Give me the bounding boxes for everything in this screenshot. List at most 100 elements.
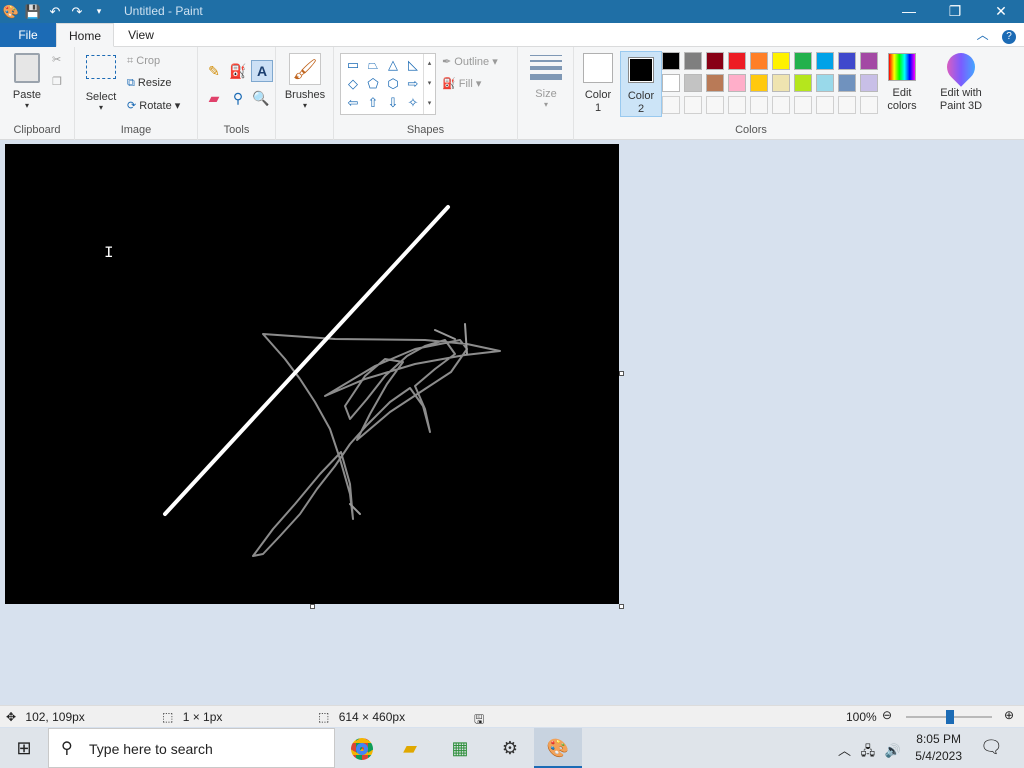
palette-swatch[interactable]: [816, 74, 834, 92]
windows-start-icon[interactable]: ⊞: [0, 728, 48, 768]
left-arrow-shape-icon[interactable]: ⇦: [343, 94, 363, 112]
palette-swatch[interactable]: [816, 96, 834, 114]
palette-swatch[interactable]: [706, 52, 724, 70]
edit-colors-button[interactable]: Edit colors: [882, 53, 922, 113]
resize-handle-corner[interactable]: [619, 604, 624, 609]
volume-icon[interactable]: 🔊: [885, 743, 901, 758]
palette-swatch[interactable]: [662, 52, 680, 70]
paint-app-icon[interactable]: 🎨: [0, 0, 22, 23]
palette-swatch[interactable]: [838, 74, 856, 92]
palette-swatch[interactable]: [684, 52, 702, 70]
collapse-ribbon-icon[interactable]: ︿: [977, 28, 989, 42]
palette-swatch[interactable]: [794, 96, 812, 114]
palette-swatch[interactable]: [706, 96, 724, 114]
palette-swatch[interactable]: [838, 52, 856, 70]
palette-swatch[interactable]: [816, 52, 834, 70]
resize-handle-bottom[interactable]: [310, 604, 315, 609]
palette-swatch[interactable]: [772, 74, 790, 92]
tab-view[interactable]: View: [116, 23, 166, 47]
tab-home[interactable]: Home: [56, 23, 114, 47]
paste-button[interactable]: Paste ▾: [8, 51, 46, 110]
zoom-slider-thumb[interactable]: [946, 710, 954, 724]
tab-file[interactable]: File: [0, 23, 56, 47]
zoom-in-button[interactable]: ⊕: [1004, 708, 1014, 722]
notification-icon[interactable]: 🗨: [980, 737, 1003, 758]
redo-icon[interactable]: ↷: [66, 0, 88, 23]
help-icon[interactable]: ?: [1002, 30, 1016, 44]
edit-with-paint3d-button[interactable]: Edit with Paint 3D: [932, 47, 990, 113]
right-arrow-shape-icon[interactable]: ⇨: [403, 75, 423, 93]
palette-swatch[interactable]: [794, 74, 812, 92]
tray-chevron-icon[interactable]: ︿: [838, 743, 851, 758]
settings-gear-icon[interactable]: ⚙: [486, 728, 534, 768]
shapes-scroll[interactable]: ▴ ▾ ▾: [423, 54, 435, 114]
chrome-icon[interactable]: [338, 728, 386, 768]
network-icon[interactable]: 🖧: [861, 743, 876, 758]
palette-swatch[interactable]: [662, 74, 680, 92]
palette-swatch[interactable]: [706, 74, 724, 92]
paint-taskbar-icon[interactable]: 🎨: [534, 728, 582, 768]
color2-button[interactable]: Color 2: [620, 51, 662, 117]
image-size-icon: ⬚: [318, 710, 330, 724]
resize-button[interactable]: ⧉ Resize: [127, 77, 172, 90]
disk-icon: 🖫: [474, 712, 485, 726]
pentagon-shape-icon[interactable]: ⬠: [363, 75, 383, 93]
hexagon-shape-icon[interactable]: ⬡: [383, 75, 403, 93]
color-picker-icon[interactable]: ⚲: [228, 88, 248, 108]
zoom-out-button[interactable]: ⊖: [882, 708, 892, 722]
taskbar-search[interactable]: ⚲ Type here to search: [48, 728, 335, 768]
triangle-shape-icon[interactable]: △: [383, 56, 403, 74]
text-tool-icon[interactable]: A: [251, 60, 273, 82]
palette-swatch[interactable]: [772, 52, 790, 70]
palette-swatch[interactable]: [662, 96, 680, 114]
palette-swatch[interactable]: [728, 96, 746, 114]
rectangle-shape-icon[interactable]: ▭: [343, 56, 363, 74]
crop-button[interactable]: ⌗ Crop: [127, 55, 160, 68]
clock[interactable]: 8:05 PM 5/4/2023: [915, 731, 962, 765]
palette-swatch[interactable]: [750, 96, 768, 114]
palette-swatch[interactable]: [860, 96, 878, 114]
zoom-slider[interactable]: [906, 710, 992, 724]
palette-swatch[interactable]: [684, 74, 702, 92]
up-arrow-shape-icon[interactable]: ⇧: [363, 94, 383, 112]
file-explorer-icon[interactable]: ▰: [386, 728, 434, 768]
fill-bucket-icon[interactable]: ⛽: [228, 61, 248, 81]
palette-swatch[interactable]: [728, 74, 746, 92]
cut-icon[interactable]: ✂: [52, 53, 61, 66]
eraser-icon[interactable]: ▰: [204, 88, 224, 108]
close-button[interactable]: ✕: [978, 0, 1024, 23]
palette-swatch[interactable]: [750, 52, 768, 70]
resize-handle-right[interactable]: [619, 371, 624, 376]
diamond-shape-icon[interactable]: ◇: [343, 75, 363, 93]
copy-icon[interactable]: ❐: [52, 75, 62, 88]
palette-swatch[interactable]: [860, 52, 878, 70]
down-arrow-shape-icon[interactable]: ⇩: [383, 94, 403, 112]
color1-button[interactable]: Color 1: [580, 53, 616, 115]
save-icon[interactable]: 💾: [22, 0, 44, 23]
palette-swatch[interactable]: [860, 74, 878, 92]
palette-swatch[interactable]: [684, 96, 702, 114]
ribbon-controls: ︿ ?: [977, 26, 1016, 44]
star-shape-icon[interactable]: ✧: [403, 94, 423, 112]
pencil-icon[interactable]: ✎: [204, 61, 224, 81]
select-button[interactable]: Select ▾: [83, 55, 119, 112]
palette-swatch[interactable]: [794, 52, 812, 70]
palette-swatch[interactable]: [750, 74, 768, 92]
maximize-button[interactable]: ❐: [932, 0, 978, 23]
notepad-icon[interactable]: ▦: [436, 728, 484, 768]
magnifier-icon[interactable]: 🔍: [251, 88, 271, 108]
palette-swatch[interactable]: [728, 52, 746, 70]
minimize-button[interactable]: —: [886, 0, 932, 23]
brushes-button[interactable]: 🖌 Brushes ▾: [284, 53, 326, 110]
drawing-canvas[interactable]: [5, 144, 619, 604]
palette-swatch[interactable]: [838, 96, 856, 114]
undo-icon[interactable]: ↶: [44, 0, 66, 23]
rotate-button[interactable]: ⟳ Rotate ▾: [127, 99, 180, 112]
palette-swatch[interactable]: [772, 96, 790, 114]
customize-qat-icon[interactable]: ▾: [88, 0, 110, 23]
polygon-shape-icon[interactable]: ⏢: [363, 56, 383, 74]
right-triangle-shape-icon[interactable]: ◺: [403, 56, 423, 74]
outline-button[interactable]: ✒ Outline ▾: [442, 55, 498, 68]
size-button[interactable]: Size ▾: [526, 55, 566, 109]
fill-button[interactable]: ⛽ Fill ▾: [442, 77, 481, 90]
